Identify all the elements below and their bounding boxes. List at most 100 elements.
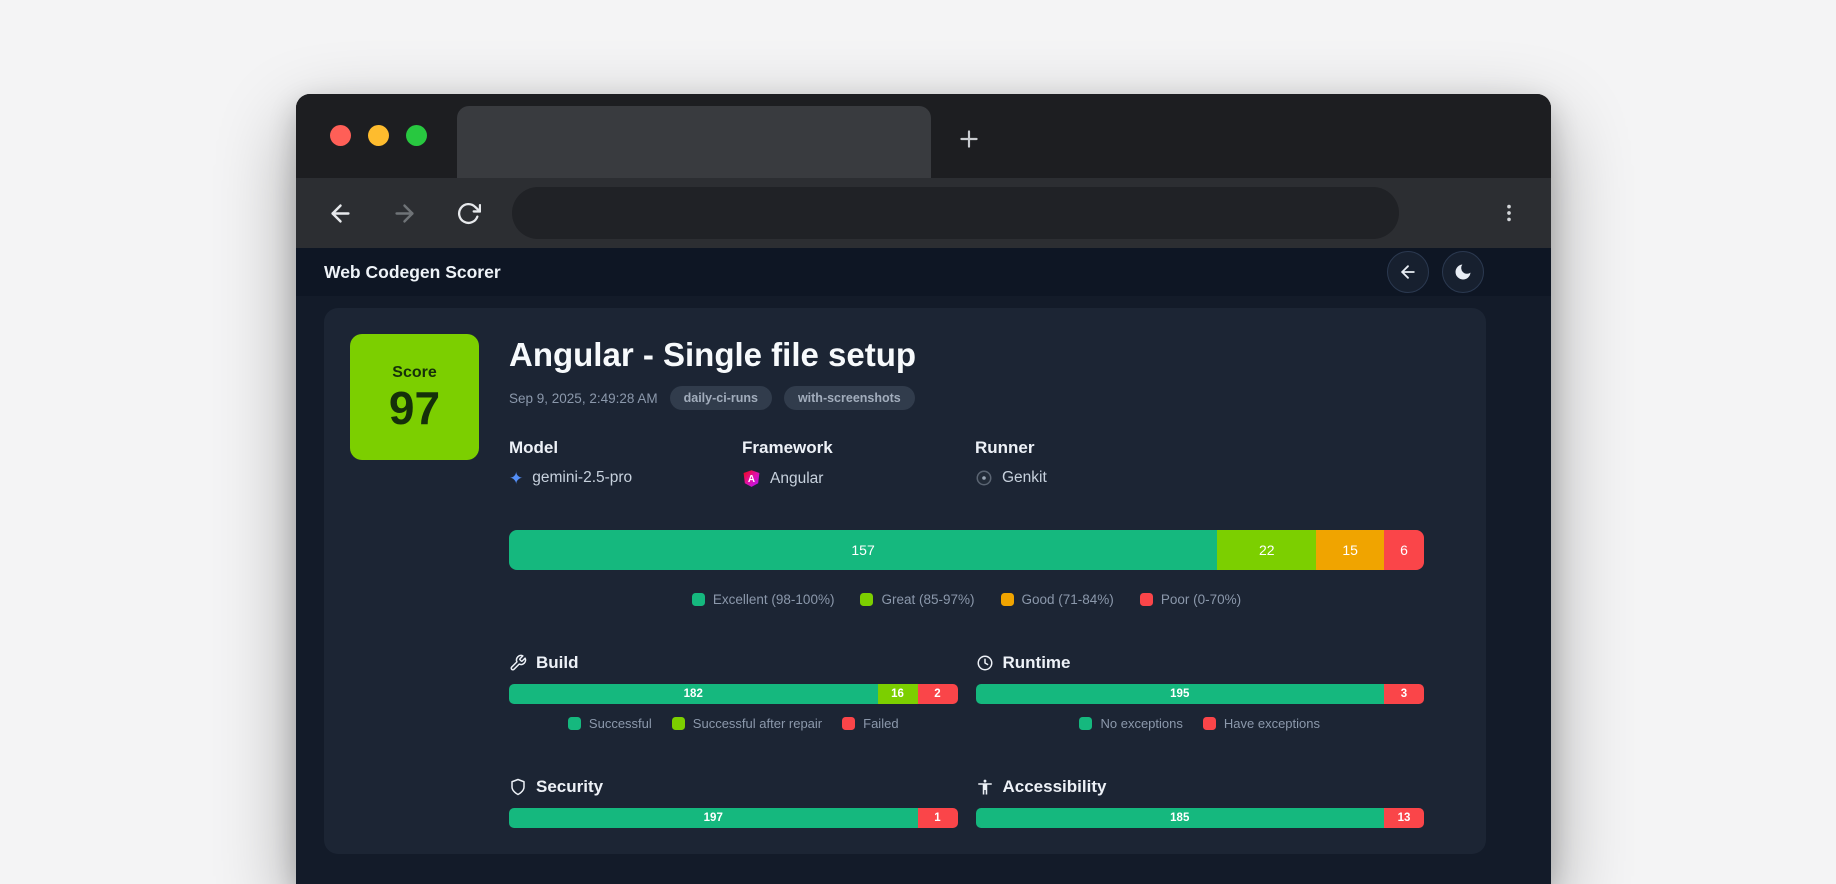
meta-model: Model ✦ gemini-2.5-pro (509, 438, 742, 488)
section-title: Accessibility (1002, 777, 1107, 796)
genkit-logo-icon (976, 470, 992, 486)
clock-icon (977, 655, 992, 671)
bar-segment: 2 (917, 684, 958, 704)
legend-label: Good (71-84%) (1021, 592, 1114, 607)
back-arrow-icon (330, 203, 350, 223)
back-arrow-icon (1401, 265, 1415, 279)
theme-toggle-button[interactable] (1442, 251, 1484, 293)
legend-swatch-icon (1079, 717, 1093, 730)
angular-logo-icon: A (743, 470, 760, 487)
bar-segment: 195 (975, 684, 1384, 704)
accessibility-icon (977, 779, 992, 795)
legend-swatch-icon (691, 593, 705, 606)
reload-button[interactable] (444, 189, 492, 237)
section-security: Security 197 1 (509, 777, 958, 828)
runtime-bar: 195 3 (975, 684, 1424, 704)
legend-item: Failed (842, 716, 899, 731)
meta-value-text: Genkit (1002, 469, 1047, 486)
bar-segment: 22 (1217, 530, 1317, 570)
legend-item: Successful after repair (671, 716, 822, 731)
security-bar: 197 1 (509, 808, 958, 828)
report-date: Sep 9, 2025, 2:49:28 AM (509, 390, 658, 406)
meta-label: Runner (975, 438, 1035, 457)
report-content: Angular - Single file setup Sep 9, 2025,… (509, 334, 1460, 828)
bar-segment: 157 (509, 530, 1218, 570)
bar-segment: 1 (917, 808, 958, 828)
legend-swatch-icon (1202, 717, 1216, 730)
legend-label: Great (85-97%) (881, 592, 975, 607)
bar-segment: 185 (975, 808, 1384, 828)
bar-segment: 182 (509, 684, 878, 704)
tag-badge: with-screenshots (783, 386, 915, 410)
legend-item: Excellent (98-100%) (691, 592, 835, 607)
legend-label: No exceptions (1100, 716, 1183, 731)
maximize-button[interactable] (406, 125, 427, 146)
legend-item: Have exceptions (1202, 716, 1320, 731)
legend-swatch-icon (842, 717, 856, 730)
plus-icon (960, 130, 978, 148)
new-tab-button[interactable] (948, 118, 990, 160)
legend-item: Poor (0-70%) (1139, 592, 1242, 607)
legend-label: Poor (0-70%) (1160, 592, 1242, 607)
app-page: Web Codegen Scorer Score 97 Angular - Si… (296, 248, 1551, 884)
runtime-legend: No exceptions Have exceptions (976, 716, 1425, 731)
report-card: Score 97 Angular - Single file setup Sep… (324, 308, 1486, 854)
meta-value-text: gemini-2.5-pro (532, 469, 633, 486)
legend-label: Failed (863, 716, 899, 731)
browser-tab[interactable] (457, 106, 931, 178)
section-build: Build 182 16 2 Successful Successful after … (509, 653, 958, 731)
meta-runner: Runner Genkit (975, 438, 1424, 488)
legend-swatch-icon (1139, 593, 1153, 606)
forward-button[interactable] (380, 189, 428, 237)
meta-columns: Model ✦ gemini-2.5-pro Framework A Angul… (509, 438, 1424, 488)
score-value: 97 (388, 381, 441, 434)
legend-item: Great (85-97%) (860, 592, 975, 607)
bar-segment: 6 (1384, 530, 1424, 570)
browser-toolbar (296, 178, 1551, 248)
legend-label: Excellent (98-100%) (712, 592, 835, 607)
app-title: Web Codegen Scorer (324, 261, 501, 282)
score-badge: Score 97 (350, 334, 479, 460)
kebab-menu-icon (1507, 204, 1511, 222)
bar-segment: 16 (877, 684, 918, 704)
legend-item: No exceptions (1079, 716, 1183, 731)
back-button[interactable] (316, 189, 364, 237)
report-back-button[interactable] (1387, 251, 1429, 293)
metric-sections: Build 182 16 2 Successful Successful after … (509, 653, 1424, 828)
bar-segment: 15 (1316, 530, 1385, 570)
legend-swatch-icon (567, 717, 581, 730)
section-runtime: Runtime 195 3 No exceptions Have exception… (975, 653, 1425, 731)
overall-legend: Excellent (98-100%) Great (85-97%) Good (7… (509, 592, 1424, 607)
bar-segment: 13 (1384, 808, 1424, 828)
forward-arrow-icon (394, 203, 414, 223)
legend-swatch-icon (1000, 593, 1014, 606)
meta-label: Framework (742, 438, 833, 457)
legend-label: Have exceptions (1223, 716, 1320, 731)
bar-segment: 197 (509, 808, 918, 828)
shield-icon (511, 778, 525, 796)
legend-item: Successful (567, 716, 652, 731)
meta-label: Model (509, 438, 559, 457)
close-button[interactable] (330, 125, 351, 146)
section-accessibility: Accessibility 185 13 (975, 777, 1424, 828)
report-title: Angular - Single file setup (509, 336, 917, 373)
wrench-icon (510, 654, 527, 671)
score-label: Score (392, 363, 437, 381)
browser-menu-button[interactable] (1485, 189, 1533, 237)
bar-segment: 3 (1384, 684, 1424, 704)
gemini-sparkle-icon: ✦ (509, 468, 524, 488)
accessibility-bar: 185 13 (975, 808, 1424, 828)
overall-score-bar: 157 22 15 6 (509, 530, 1424, 570)
moon-icon (1455, 264, 1471, 280)
minimize-button[interactable] (368, 125, 389, 146)
app-header: Web Codegen Scorer (296, 248, 1551, 296)
report-meta-row: Sep 9, 2025, 2:49:28 AM daily-ci-runs wi… (509, 386, 1424, 410)
legend-swatch-icon (860, 593, 874, 606)
meta-value-text: Angular (770, 469, 824, 487)
address-bar[interactable] (512, 187, 1399, 239)
build-bar: 182 16 2 (509, 684, 958, 704)
legend-label: Successful (588, 716, 652, 731)
legend-swatch-icon (671, 717, 685, 730)
reload-icon (457, 202, 481, 224)
build-legend: Successful Successful after repair Failed (509, 716, 958, 731)
